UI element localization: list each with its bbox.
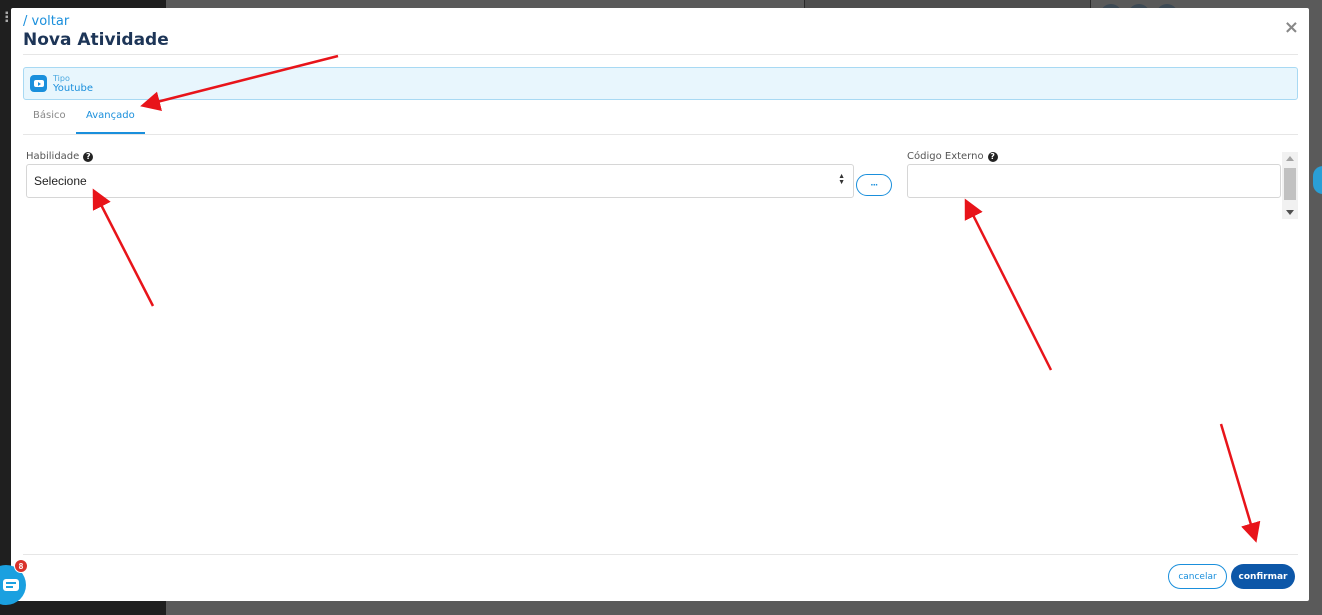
tab-basic[interactable]: Básico [23,107,76,134]
skill-select-value: Selecione [34,174,87,188]
question-circle-icon[interactable]: ? [83,151,94,162]
sort-arrows-icon: ▲ ▼ [838,173,845,186]
external-code-input[interactable] [907,164,1281,198]
tab-advanced[interactable]: Avançado [76,107,145,134]
divider [23,54,1298,55]
activity-type-banner: Tipo Youtube [23,67,1298,100]
cancel-button[interactable]: cancelar [1168,564,1227,589]
type-label: Tipo [53,74,70,83]
external-code-label-group: Código Externo ? [907,151,998,162]
skill-label-group: Habilidade ? [26,151,94,162]
more-options-button[interactable]: ··· [856,174,892,196]
notification-badge: 8 [14,559,28,573]
scroll-down-icon[interactable] [1286,210,1294,215]
back-link[interactable]: / voltar [23,14,69,29]
background-side-tab [1313,166,1322,194]
skill-label: Habilidade [26,151,80,162]
skill-select[interactable]: Selecione ▲ ▼ [26,164,854,198]
scrollbar[interactable] [1282,152,1298,219]
chat-icon [3,579,19,591]
external-code-label: Código Externo [907,151,984,162]
youtube-icon [30,75,47,92]
question-circle-icon[interactable]: ? [987,151,998,162]
divider [23,134,1298,135]
scroll-up-icon[interactable] [1286,156,1294,161]
type-value: Youtube [53,83,93,94]
confirm-button[interactable]: confirmar [1231,564,1295,589]
new-activity-modal: × / voltar Nova Atividade Tipo Youtube B… [11,8,1309,601]
divider [23,554,1298,555]
close-icon[interactable]: × [1284,17,1299,38]
scrollbar-thumb[interactable] [1284,168,1296,200]
page-title: Nova Atividade [23,30,169,50]
